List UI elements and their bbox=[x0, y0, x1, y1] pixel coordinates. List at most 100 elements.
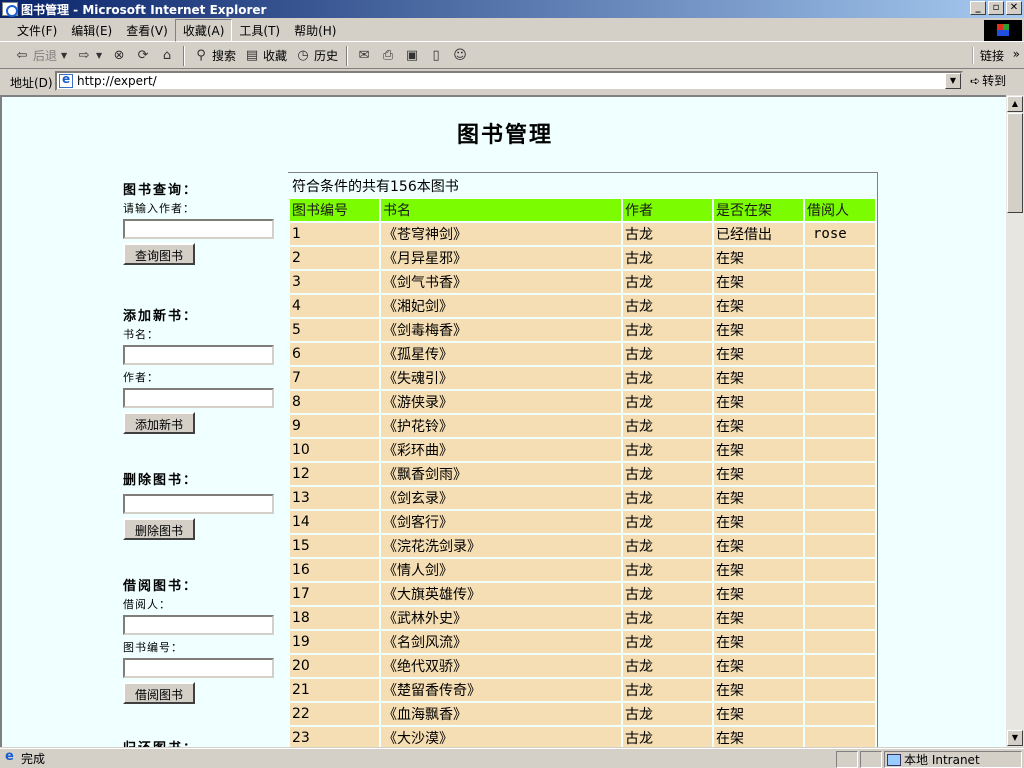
printer-icon: ⎙ bbox=[382, 48, 394, 63]
cell-author: 古龙 bbox=[623, 727, 712, 747]
edit-button[interactable]: ▣ bbox=[400, 45, 424, 67]
minimize-button[interactable]: _ bbox=[970, 1, 986, 15]
cell-on-shelf: 在架 bbox=[714, 319, 803, 341]
home-button[interactable]: ⌂ bbox=[155, 45, 179, 67]
delete-id-input[interactable] bbox=[123, 494, 274, 514]
page-title: 图书管理 bbox=[456, 122, 553, 148]
table-row: 21 《楚留香传奇》 古龙 在架 bbox=[290, 679, 875, 701]
cell-borrower bbox=[805, 727, 875, 747]
address-value[interactable]: http://expert/ bbox=[77, 74, 157, 88]
menu-tools[interactable]: 工具(T) bbox=[232, 20, 287, 41]
add-author-input[interactable] bbox=[123, 388, 274, 408]
status-pane bbox=[860, 751, 882, 768]
cell-book-name: 《彩环曲》 bbox=[381, 439, 621, 461]
table-row: 1 《苍穹神剑》 古龙 已经借出 rose bbox=[290, 223, 875, 245]
table-row: 5 《剑毒梅香》 古龙 在架 bbox=[290, 319, 875, 341]
cell-author: 古龙 bbox=[623, 559, 712, 581]
links-more-button[interactable]: » bbox=[1013, 47, 1020, 61]
menu-edit[interactable]: 编辑(E) bbox=[64, 20, 119, 41]
add-section: 添加新书： 书名： 作者： 添加新书 bbox=[123, 305, 283, 434]
address-bar: 地址(D) http://expert/ ▼ ➪ 转到 bbox=[0, 70, 1024, 94]
cell-on-shelf: 在架 bbox=[714, 343, 803, 365]
forward-button[interactable]: ⇨ ▼ bbox=[72, 45, 107, 67]
address-label: 地址(D) bbox=[10, 75, 53, 90]
cell-author: 古龙 bbox=[623, 367, 712, 389]
cell-book-name: 《剑客行》 bbox=[381, 511, 621, 533]
delete-book-button[interactable]: 删除图书 bbox=[123, 518, 196, 540]
toolbar: ⇦ 后退 ▼ ⇨ ▼ ⊗ ⟳ ⌂ ⚲ 搜索 ▤ 收藏 ◷ 历史 ✉ ⎙ ▣ ▯ … bbox=[0, 43, 1024, 69]
vertical-scrollbar[interactable]: ▲ ▼ bbox=[1006, 95, 1024, 747]
cell-author: 古龙 bbox=[623, 703, 712, 725]
add-heading: 添加新书： bbox=[123, 309, 199, 324]
cell-book-id: 17 bbox=[290, 583, 379, 605]
add-book-button[interactable]: 添加新书 bbox=[123, 412, 196, 434]
address-dropdown-button[interactable]: ▼ bbox=[945, 73, 961, 89]
cell-borrower bbox=[805, 559, 875, 581]
history-button[interactable]: ◷ 历史 bbox=[291, 45, 342, 67]
table-row: 4 《湘妃剑》 古龙 在架 bbox=[290, 295, 875, 317]
return-heading: 归还图书： bbox=[123, 737, 283, 747]
scroll-thumb[interactable] bbox=[1007, 113, 1023, 213]
cell-author: 古龙 bbox=[623, 535, 712, 557]
maximize-button[interactable]: ▫ bbox=[988, 1, 1004, 15]
edit-icon: ▣ bbox=[405, 48, 419, 63]
header-borrower: 借阅人 bbox=[805, 199, 875, 221]
stop-button[interactable]: ⊗ bbox=[107, 45, 131, 67]
status-text: 完成 bbox=[21, 752, 46, 766]
history-label: 历史 bbox=[314, 49, 339, 63]
book-name-label: 书名： bbox=[123, 328, 159, 341]
query-author-input[interactable] bbox=[123, 219, 274, 239]
borrow-book-button[interactable]: 借阅图书 bbox=[123, 682, 196, 704]
menu-view[interactable]: 查看(V) bbox=[119, 20, 175, 41]
cell-on-shelf: 在架 bbox=[714, 271, 803, 293]
cell-author: 古龙 bbox=[623, 511, 712, 533]
address-input[interactable]: http://expert/ ▼ bbox=[55, 71, 963, 91]
query-heading: 图书查询： bbox=[123, 183, 199, 198]
history-icon: ◷ bbox=[297, 48, 309, 63]
borrow-id-input[interactable] bbox=[123, 658, 274, 678]
borrower-input[interactable] bbox=[123, 615, 274, 635]
cell-on-shelf: 在架 bbox=[714, 583, 803, 605]
menu-favorites[interactable]: 收藏(A) bbox=[174, 18, 233, 42]
cell-book-id: 21 bbox=[290, 679, 379, 701]
table-row: 9 《护花铃》 古龙 在架 bbox=[290, 415, 875, 437]
cell-borrower bbox=[805, 463, 875, 485]
menu-help[interactable]: 帮助(H) bbox=[287, 20, 343, 41]
delete-heading: 删除图书： bbox=[123, 473, 199, 488]
links-label[interactable]: 链接 bbox=[971, 47, 1004, 64]
mail-button[interactable]: ✉ bbox=[352, 45, 376, 67]
cell-on-shelf: 在架 bbox=[714, 247, 803, 269]
query-section: 图书查询： 请输入作者： 查询图书 bbox=[123, 179, 283, 265]
discuss-button[interactable]: ▯ bbox=[424, 45, 448, 67]
cell-borrower bbox=[805, 631, 875, 653]
cell-book-id: 1 bbox=[290, 223, 379, 245]
status-bar: 完成 本地 Intranet bbox=[0, 748, 1024, 768]
favorites-button[interactable]: ▤ 收藏 bbox=[240, 45, 291, 67]
close-button[interactable]: ✕ bbox=[1006, 1, 1022, 15]
scroll-up-button[interactable]: ▲ bbox=[1007, 96, 1023, 112]
borrow-heading: 借阅图书： bbox=[123, 579, 199, 594]
go-button[interactable]: ➪ 转到 bbox=[970, 72, 1006, 89]
chevron-down-icon: ▼ bbox=[60, 51, 68, 60]
messenger-button[interactable]: ☺ bbox=[448, 45, 472, 67]
table-row: 19 《名剑风流》 古龙 在架 bbox=[290, 631, 875, 653]
scroll-down-button[interactable]: ▼ bbox=[1007, 730, 1023, 746]
windows-logo-icon bbox=[984, 20, 1022, 41]
cell-book-id: 13 bbox=[290, 487, 379, 509]
refresh-button[interactable]: ⟳ bbox=[131, 45, 155, 67]
cell-author: 古龙 bbox=[623, 271, 712, 293]
search-button[interactable]: ⚲ 搜索 bbox=[189, 45, 240, 67]
print-button[interactable]: ⎙ bbox=[376, 45, 400, 67]
add-name-input[interactable] bbox=[123, 345, 274, 365]
cell-author: 古龙 bbox=[623, 583, 712, 605]
cell-book-name: 《失魂引》 bbox=[381, 367, 621, 389]
back-label: 后退 bbox=[33, 49, 58, 63]
cell-book-id: 15 bbox=[290, 535, 379, 557]
cell-author: 古龙 bbox=[623, 439, 712, 461]
cell-book-name: 《绝代双骄》 bbox=[381, 655, 621, 677]
menu-bar: 文件(F) 编辑(E) 查看(V) 收藏(A) 工具(T) 帮助(H) bbox=[0, 18, 1024, 42]
back-button[interactable]: ⇦ 后退 ▼ bbox=[10, 45, 72, 67]
query-button[interactable]: 查询图书 bbox=[123, 243, 196, 265]
menu-file[interactable]: 文件(F) bbox=[10, 20, 64, 41]
cell-borrower bbox=[805, 511, 875, 533]
